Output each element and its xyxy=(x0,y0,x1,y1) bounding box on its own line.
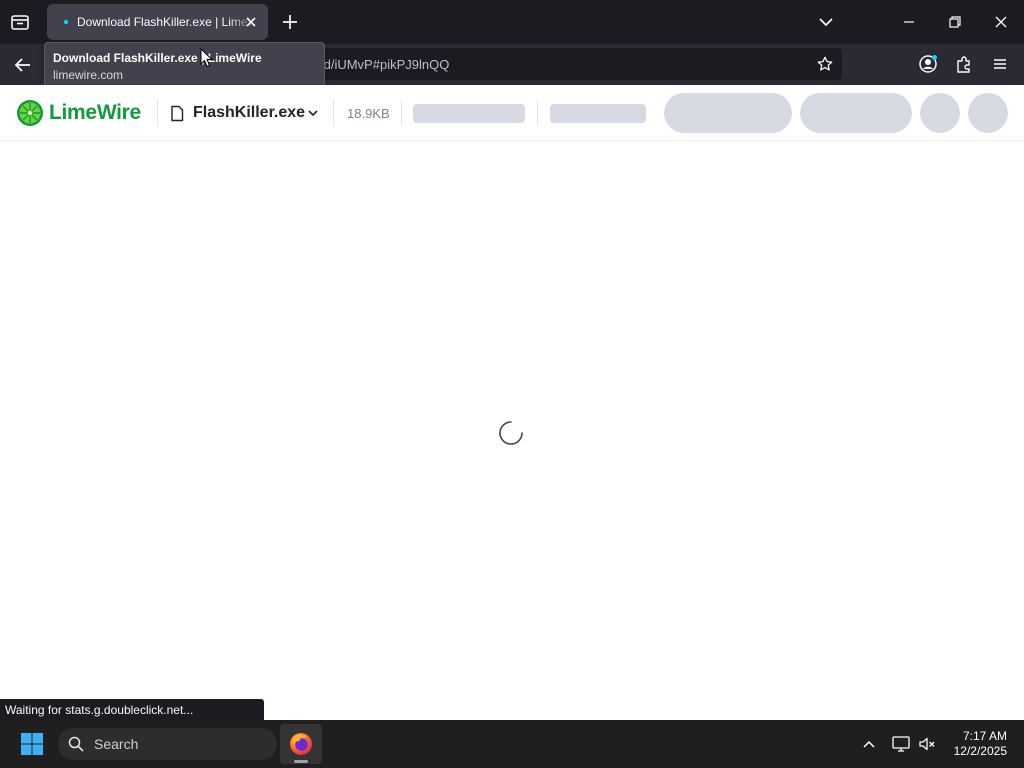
divider xyxy=(537,100,538,126)
address-bar[interactable]: /d/iUMvP#pikPJ9lnQQ xyxy=(300,48,842,80)
search-icon xyxy=(68,736,84,752)
new-tab-icon[interactable] xyxy=(280,12,300,32)
firefox-icon xyxy=(290,733,312,755)
hamburger-menu-icon[interactable] xyxy=(990,54,1010,74)
skeleton-placeholder xyxy=(413,104,525,123)
tooltip-domain: limewire.com xyxy=(53,68,124,82)
restore-icon[interactable] xyxy=(945,12,965,32)
list-all-tabs-chevron-icon[interactable] xyxy=(816,12,836,32)
firefox-view-icon[interactable] xyxy=(8,10,32,34)
status-panel: Waiting for stats.g.doubleclick.net... xyxy=(0,699,264,721)
tooltip-title: Download FlashKiller.exe | LimeWire xyxy=(53,51,262,65)
tab-close-icon[interactable] xyxy=(243,14,259,30)
window-close-icon[interactable] xyxy=(991,12,1011,32)
network-icon[interactable] xyxy=(891,734,911,754)
minimize-icon[interactable] xyxy=(899,12,919,32)
file-size: 18.9KB xyxy=(347,106,390,121)
divider xyxy=(333,100,334,126)
url-text: /d/iUMvP#pikPJ9lnQQ xyxy=(320,57,450,72)
running-indicator xyxy=(294,760,308,763)
mouse-cursor-icon xyxy=(200,48,214,68)
windows-start-icon[interactable] xyxy=(20,732,44,756)
brand-name: LimeWire xyxy=(49,101,141,124)
tab-tooltip: Download FlashKiller.exe | LimeWire lime… xyxy=(44,42,325,89)
loading-spinner-icon xyxy=(499,421,523,445)
file-icon xyxy=(171,105,184,122)
lime-icon xyxy=(17,100,43,126)
tab-strip: Download FlashKiller.exe | LimeWire xyxy=(0,0,1024,44)
skeleton-placeholder xyxy=(550,104,646,123)
limewire-logo[interactable]: LimeWire xyxy=(16,99,146,129)
volume-muted-icon[interactable] xyxy=(917,734,937,754)
clock-date: 12/2/2025 xyxy=(953,744,1007,758)
search-label: Search xyxy=(94,736,139,752)
tab-title: Download FlashKiller.exe | LimeWire xyxy=(77,15,255,29)
extensions-icon[interactable] xyxy=(954,54,974,74)
status-text: Waiting for stats.g.doubleclick.net... xyxy=(5,703,194,717)
taskbar-clock[interactable]: 7:17 AM 12/2/2025 xyxy=(945,729,1007,759)
account-icon[interactable] xyxy=(918,54,938,74)
page-header: LimeWire FlashKiller.exe 18.9KB xyxy=(0,85,1024,141)
file-name[interactable]: FlashKiller.exe xyxy=(193,104,305,122)
taskbar-firefox-button[interactable] xyxy=(280,724,322,764)
loading-indicator-icon xyxy=(64,20,68,24)
skeleton-avatar xyxy=(968,93,1008,133)
skeleton-avatar xyxy=(920,93,960,133)
skeleton-button xyxy=(800,93,912,133)
divider xyxy=(401,100,402,126)
back-arrow-icon[interactable] xyxy=(12,54,34,76)
taskbar-search-box[interactable]: Search xyxy=(58,728,277,760)
skeleton-button xyxy=(664,93,792,133)
bookmark-star-icon[interactable] xyxy=(816,55,834,73)
clock-time: 7:17 AM xyxy=(962,729,1007,743)
chevron-up-icon[interactable] xyxy=(859,734,879,754)
chevron-down-icon[interactable] xyxy=(306,106,320,120)
tab-active[interactable]: Download FlashKiller.exe | LimeWire xyxy=(47,4,268,40)
divider xyxy=(157,100,158,126)
taskbar: Search 7:17 AM 12/2/2025 xyxy=(0,720,1024,768)
